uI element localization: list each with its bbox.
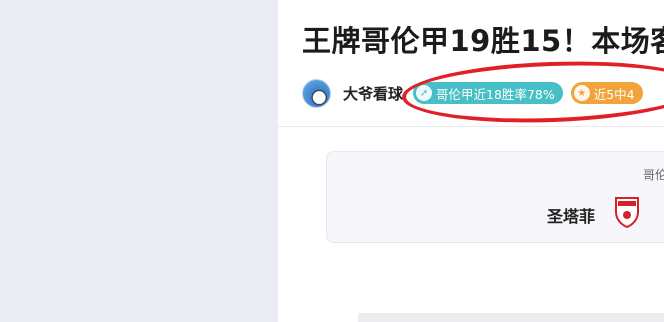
win-rate-tag-label: 哥伦甲近18胜率78%	[436, 86, 555, 102]
article-title: 王牌哥伦甲19胜15！本场客队	[302, 24, 664, 58]
team-crest-icon	[615, 197, 639, 228]
article-main: 王牌哥伦甲19胜15！本场客队 大爷看球 ➚ 哥伦甲近18胜率78% ★ 近5中…	[278, 0, 664, 322]
recent-record-tag-label: 近5中4	[593, 86, 635, 102]
home-team-name: 圣塔菲	[547, 207, 596, 226]
league-label: 哥伦	[643, 168, 664, 182]
author-row: 大爷看球 ➚ 哥伦甲近18胜率78% ★ 近5中4	[302, 76, 643, 110]
author-avatar[interactable]	[302, 78, 331, 108]
star-icon: ★	[573, 85, 590, 101]
content-placeholder	[358, 313, 664, 322]
match-card[interactable]: 哥伦 圣塔菲	[326, 151, 664, 243]
left-gutter	[0, 0, 278, 322]
arrow-icon: ➚	[416, 85, 433, 101]
recent-record-tag[interactable]: ★ 近5中4	[570, 82, 643, 104]
win-rate-tag[interactable]: ➚ 哥伦甲近18胜率78%	[413, 82, 563, 104]
header-divider	[278, 126, 664, 127]
author-name[interactable]: 大爷看球	[343, 83, 403, 104]
